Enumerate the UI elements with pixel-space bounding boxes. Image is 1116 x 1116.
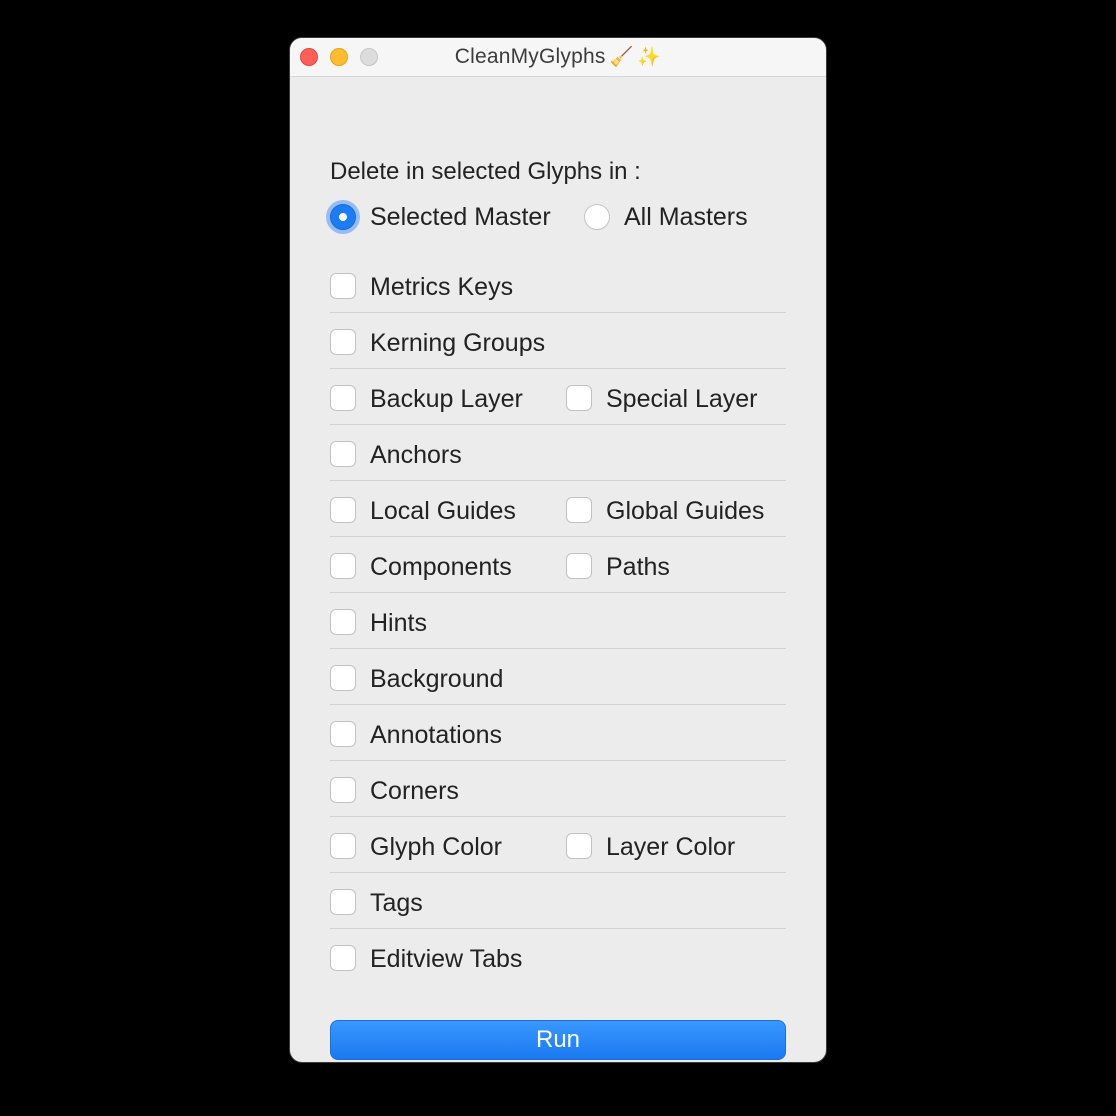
option-row: Local Guides Global Guides	[330, 481, 786, 537]
option-row: Metrics Keys	[330, 257, 786, 313]
checkbox-annotations[interactable]	[330, 721, 356, 747]
checkbox-backup-layer[interactable]	[330, 385, 356, 411]
option-row: Annotations	[330, 705, 786, 761]
option-row: Backup Layer Special Layer	[330, 369, 786, 425]
checkbox-local-guides[interactable]	[330, 497, 356, 523]
checkbox-label-backup-layer[interactable]: Backup Layer	[370, 385, 523, 414]
checkbox-label-annotations[interactable]: Annotations	[370, 721, 502, 750]
checkbox-kerning-groups[interactable]	[330, 329, 356, 355]
checkbox-label-background[interactable]: Background	[370, 665, 503, 694]
checkbox-paths[interactable]	[566, 553, 592, 579]
checkbox-label-layer-color[interactable]: Layer Color	[606, 833, 735, 862]
checkbox-label-special-layer[interactable]: Special Layer	[606, 385, 757, 414]
checkbox-special-layer[interactable]	[566, 385, 592, 411]
section-heading: Delete in selected Glyphs in :	[330, 158, 641, 185]
option-row: Corners	[330, 761, 786, 817]
sparkles-icon: ✨	[637, 46, 662, 68]
app-window: CleanMyGlyphs 🧹 ✨ Delete in selected Glyph…	[290, 38, 826, 1062]
checkbox-hints[interactable]	[330, 609, 356, 635]
option-row: Anchors	[330, 425, 786, 481]
checkbox-label-anchors[interactable]: Anchors	[370, 441, 462, 470]
checkbox-label-hints[interactable]: Hints	[370, 609, 427, 638]
checkbox-label-components[interactable]: Components	[370, 553, 512, 582]
broom-icon: 🧹	[609, 46, 634, 68]
option-row: Editview Tabs	[330, 929, 786, 985]
checkbox-metrics-keys[interactable]	[330, 273, 356, 299]
option-row: Hints	[330, 593, 786, 649]
option-row: Kerning Groups	[330, 313, 786, 369]
radio-label-selected-master[interactable]: Selected Master	[370, 203, 551, 232]
checkbox-anchors[interactable]	[330, 441, 356, 467]
checkbox-label-kerning-groups[interactable]: Kerning Groups	[370, 329, 545, 358]
radio-all-masters[interactable]	[584, 204, 610, 230]
checkbox-label-global-guides[interactable]: Global Guides	[606, 497, 764, 526]
checkbox-label-paths[interactable]: Paths	[606, 553, 670, 582]
radio-selected-master[interactable]	[330, 204, 356, 230]
checkbox-label-local-guides[interactable]: Local Guides	[370, 497, 516, 526]
checkbox-background[interactable]	[330, 665, 356, 691]
checkbox-editview-tabs[interactable]	[330, 945, 356, 971]
title-bar[interactable]: CleanMyGlyphs 🧹 ✨	[290, 38, 826, 77]
option-row: Components Paths	[330, 537, 786, 593]
checkbox-label-corners[interactable]: Corners	[370, 777, 459, 806]
option-row: Tags	[330, 873, 786, 929]
checkbox-components[interactable]	[330, 553, 356, 579]
checkbox-global-guides[interactable]	[566, 497, 592, 523]
checkbox-glyph-color[interactable]	[330, 833, 356, 859]
checkbox-label-glyph-color[interactable]: Glyph Color	[370, 833, 502, 862]
checkbox-label-tags[interactable]: Tags	[370, 889, 423, 918]
checkbox-tags[interactable]	[330, 889, 356, 915]
window-title: CleanMyGlyphs	[454, 45, 606, 68]
scope-radio-group: Selected Master All Masters	[330, 200, 786, 236]
option-row: Glyph Color Layer Color	[330, 817, 786, 873]
option-row: Background	[330, 649, 786, 705]
checkbox-label-metrics-keys[interactable]: Metrics Keys	[370, 273, 513, 302]
checkbox-corners[interactable]	[330, 777, 356, 803]
checkbox-layer-color[interactable]	[566, 833, 592, 859]
checkbox-label-editview-tabs[interactable]: Editview Tabs	[370, 945, 522, 974]
run-button[interactable]: Run	[330, 1020, 786, 1060]
window-title-wrap: CleanMyGlyphs 🧹 ✨	[290, 45, 826, 69]
radio-label-all-masters[interactable]: All Masters	[624, 203, 748, 232]
